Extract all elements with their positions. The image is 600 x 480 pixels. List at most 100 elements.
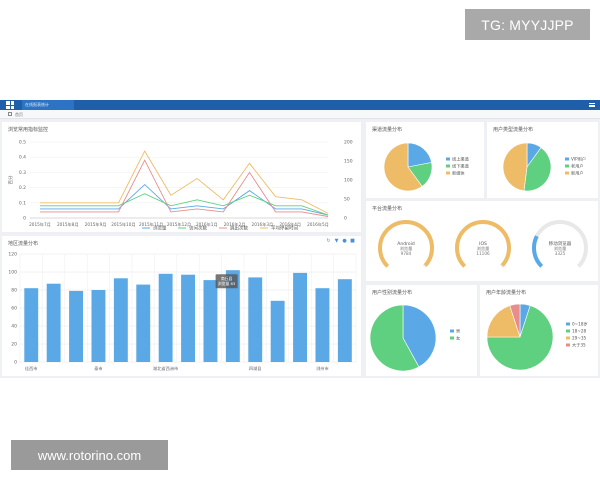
x-tick-label: 2015年9月 (85, 221, 107, 228)
legend-label: 线下渠道 (452, 163, 470, 170)
y-right-tick-label: 50 (344, 197, 350, 203)
x-tick-label: 2015年8月 (57, 221, 79, 228)
legend-label: 老用户 (571, 163, 584, 170)
y-right-tick-label: 150 (344, 159, 353, 165)
dashboard-app: 在线报表统计 首页 浏览常用指标监控 0 0.1 0.2 0.3 0.4 0.5 0 50 10… (0, 100, 600, 378)
platform-gauge-chart: Android浏览量9784IOS浏览量11106移动浏览器浏览量3325 (378, 220, 588, 268)
y-tick-label: 120 (8, 252, 17, 258)
y-tick-label: 80 (11, 288, 17, 294)
legend-label: 访问次数 (189, 225, 207, 232)
y-tick-label: 20 (11, 342, 17, 348)
traffic-line-chart: 0 0.1 0.2 0.3 0.4 0.5 0 50 100 150 200 百分 2015年7月 201… (7, 140, 353, 232)
traffic-panel: 浏览常用指标监控 0 0.1 0.2 0.3 0.4 0.5 0 50 100 150 200 百分 2… (2, 122, 361, 232)
legend-swatch (450, 329, 454, 333)
breadcrumb[interactable]: 首页 (15, 111, 23, 118)
bar (24, 288, 39, 362)
tab-online-report[interactable]: 在线报表统计 (22, 100, 74, 110)
x-tick-label: 四湖县 (249, 365, 262, 372)
legend-label: 新媒体 (452, 170, 465, 177)
y-tick-label: 0.2 (19, 185, 26, 191)
bar (136, 284, 151, 362)
x-tick-label: 泰市 (94, 365, 102, 372)
app-grid-icon[interactable] (6, 101, 14, 109)
legend-swatch (450, 336, 454, 340)
age-panel: 用户年龄流量分布 0~18岁 18~28 29~35 大于35 (480, 285, 598, 376)
series-line (40, 159, 329, 217)
bar (315, 288, 330, 362)
usertype-pie-chart: VIP用户老用户新用户 (502, 142, 586, 192)
legend-swatch (565, 171, 569, 175)
legend-swatch (565, 164, 569, 168)
legend-label: 跳出次数 (230, 225, 248, 232)
legend-label: 浏览量 (153, 225, 167, 232)
legend-swatch (566, 329, 570, 333)
bar (158, 273, 173, 362)
y-tick-label: 0 (14, 360, 17, 366)
x-tick-label: 湖北省西洲市 (153, 365, 178, 372)
watermark-bottom: www.rotorino.com (11, 440, 168, 470)
y-tick-label: 0.3 (19, 170, 26, 176)
legend-label: 平均停留时间 (271, 225, 298, 232)
platform-panel: 平台流量分布 Android 浏览量 9784 IOS 浏览量 11106 移动浏览器 浏览量… (366, 201, 598, 281)
legend-label: 29~35 (572, 336, 587, 341)
y-tick-label: 100 (8, 270, 17, 276)
bar (181, 274, 195, 362)
bar (203, 280, 218, 362)
x-tick-label: 2016年5月 (307, 221, 329, 228)
legend-label: 男 (456, 329, 460, 335)
channel-panel: 渠道流量分布 线上渠道 线下渠道 新媒体 (366, 122, 484, 198)
gauge-fill (532, 235, 544, 268)
bar (46, 283, 61, 362)
y-tick-label: 60 (11, 306, 17, 312)
y-right-tick-label: 200 (344, 140, 353, 146)
gender-panel: 用户性别流量分布 男女 (366, 285, 477, 376)
region-bar-chart: 020406080100120佳西市 泰市 湖北省西洲市 四湖县 浏州市商丘县浏览量 8… (8, 252, 357, 372)
x-tick-label: 2015年7月 (29, 221, 51, 228)
legend-label: VIP用户 (571, 156, 586, 163)
x-tick-label: 2016年3月 (252, 221, 274, 228)
y-tick-label: 40 (11, 324, 17, 330)
top-navbar: 在线报表统计 (0, 100, 600, 110)
x-tick-label: 浏州市 (316, 365, 329, 372)
legend-swatch (566, 343, 570, 347)
legend-label: 女 (456, 335, 460, 342)
y-right-tick-label: 0 (344, 216, 347, 222)
bar (91, 290, 106, 362)
bar (69, 290, 83, 362)
gauge-value: 9784 (401, 251, 412, 256)
y-axis-label: 百分 (7, 175, 14, 184)
y-tick-label: 0.1 (19, 200, 26, 206)
legend-label: 大于35 (572, 342, 586, 349)
x-tick-label: 2015年10月 (111, 221, 135, 228)
y-tick-label: 0.4 (19, 155, 26, 161)
legend-label: 线上渠道 (452, 156, 470, 163)
y-right-tick-label: 100 (344, 178, 353, 184)
legend-swatch (566, 336, 570, 340)
region-panel: 地区流量分布 ↻ ▼ ● ■ 0 20 40 60 80 100 120 佳西市 泰市 湖北省西洲… (2, 236, 361, 376)
bar (337, 279, 352, 362)
x-tick-label: 佳西市 (25, 365, 38, 372)
breadcrumb-bar: 首页 (0, 110, 600, 119)
usertype-panel: 用户类型流量分布 VIP用户 老用户 新用户 (487, 122, 598, 198)
bar (248, 277, 263, 362)
x-tick-label: 2015年12月 (167, 221, 191, 228)
legend-label: 新用户 (571, 170, 584, 177)
gauge-value: 3325 (555, 251, 566, 256)
y-tick-label: 0.5 (19, 140, 26, 146)
bar (293, 272, 307, 362)
legend-label: 18~28 (572, 329, 587, 334)
watermark-top: TG: MYYJJPP (465, 9, 590, 40)
series-line (40, 150, 329, 214)
gender-pie-chart: 男女 (369, 304, 460, 372)
home-icon[interactable] (8, 112, 12, 116)
legend-swatch (565, 157, 569, 161)
gauge-value: 11106 (476, 251, 490, 256)
tooltip-text: 浏览量 83 (218, 281, 236, 286)
y-tick-label: 0 (23, 216, 26, 222)
menu-icon[interactable] (589, 103, 595, 107)
channel-pie-chart: 线上渠道线下渠道新媒体 (383, 142, 470, 192)
legend-swatch (446, 157, 450, 161)
pie-slice (502, 142, 528, 192)
bar (113, 278, 128, 362)
legend-swatch (446, 164, 450, 168)
